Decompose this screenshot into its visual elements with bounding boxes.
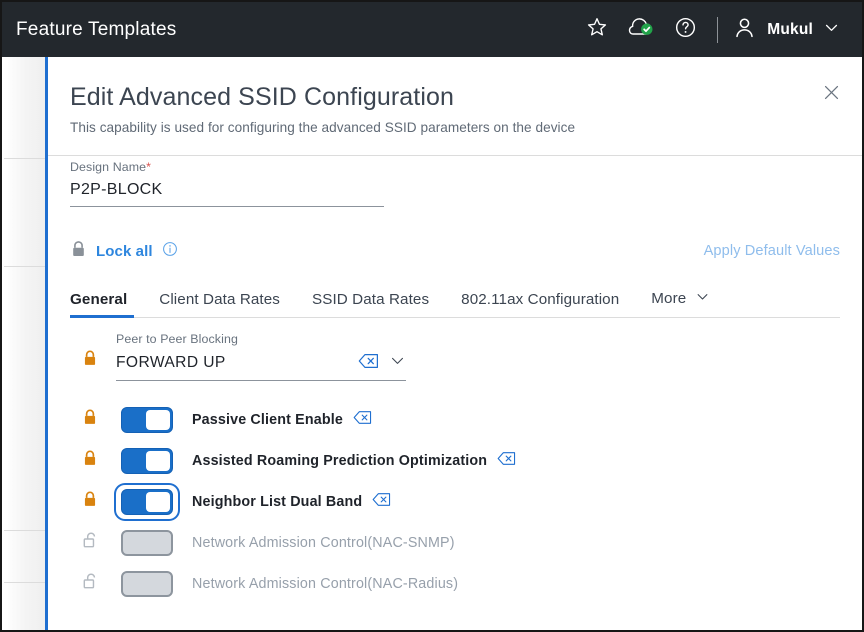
lock-closed-icon xyxy=(82,408,98,431)
lock-closed-icon xyxy=(82,490,98,513)
clear-value-icon[interactable] xyxy=(497,451,516,471)
lock-toggle[interactable] xyxy=(82,408,116,431)
design-name-field: Design Name* P2P-BLOCK xyxy=(70,160,384,207)
tab-more-label: More xyxy=(651,290,687,307)
lock-closed-icon xyxy=(82,449,98,472)
toggle-switch-assisted-roaming-prediction-optimization[interactable] xyxy=(121,447,173,474)
toggle-label-group: Network Admission Control(NAC-Radius) xyxy=(192,576,458,592)
tab-ssid-data-rates[interactable]: SSID Data Rates xyxy=(312,291,447,317)
toggle-label: Network Admission Control(NAC-Radius) xyxy=(192,575,459,592)
switch-knob xyxy=(146,491,170,512)
help-circle-icon xyxy=(674,16,697,44)
switch-hitbox xyxy=(116,526,178,560)
tab-80211ax-configuration[interactable]: 802.11ax Configuration xyxy=(461,291,637,317)
tab-bar: General Client Data Rates SSID Data Rate… xyxy=(70,284,840,318)
tab-more[interactable]: More xyxy=(651,289,728,317)
switch-hitbox[interactable] xyxy=(116,485,178,519)
tab-general[interactable]: General xyxy=(70,291,135,318)
panel-body: Design Name* P2P-BLOCK Lock all Apply De… xyxy=(48,160,862,604)
lock-closed-icon xyxy=(82,349,98,372)
tab-client-data-rates[interactable]: Client Data Rates xyxy=(159,291,298,317)
lock-all-row: Lock all Apply Default Values xyxy=(70,240,840,262)
info-circle-icon[interactable] xyxy=(162,241,178,262)
clear-value-icon[interactable] xyxy=(353,410,372,430)
apply-default-values-button[interactable]: Apply Default Values xyxy=(704,243,840,259)
toggle-label-group: Neighbor List Dual Band xyxy=(192,492,391,512)
panel-subtitle: This capability is used for configuring … xyxy=(70,120,576,135)
toggle-list: Passive Client Enable Assisted Roaming P… xyxy=(70,399,840,604)
lock-all-button[interactable]: Lock all xyxy=(70,240,178,263)
page-title: Feature Templates xyxy=(16,18,177,40)
toggle-switch-passive-client-enable[interactable] xyxy=(121,406,173,433)
toggle-switch-nac-snmp xyxy=(121,529,173,556)
clear-value-icon[interactable] xyxy=(358,353,379,374)
cloud-status-button[interactable] xyxy=(619,10,663,50)
switch-hitbox xyxy=(116,567,178,601)
appbar-actions: Mukul xyxy=(575,10,842,50)
panel-title: Edit Advanced SSID Configuration xyxy=(70,83,454,111)
peer-to-peer-select-icons xyxy=(358,352,406,374)
lock-toggle[interactable] xyxy=(82,531,116,554)
user-avatar-icon xyxy=(732,15,757,45)
toggle-label: Neighbor List Dual Band xyxy=(192,493,363,510)
clear-value-icon[interactable] xyxy=(372,492,391,512)
header-divider xyxy=(48,155,862,156)
appbar-divider xyxy=(717,16,719,43)
user-name-label: Mukul xyxy=(767,20,813,38)
edit-ssid-panel: Edit Advanced SSID Configuration This ca… xyxy=(48,57,862,630)
toggle-row-neighbor-list-dual-band: Neighbor List Dual Band xyxy=(70,481,840,522)
star-icon xyxy=(586,16,608,43)
rail-divider xyxy=(4,530,45,531)
toggle-label-group: Passive Client Enable xyxy=(192,410,372,430)
toggle-row-nac-radius: Network Admission Control(NAC-Radius) xyxy=(70,563,840,604)
lock-open-icon xyxy=(82,531,98,554)
chevron-down-icon xyxy=(695,289,710,308)
toggle-label: Network Admission Control(NAC-SNMP) xyxy=(192,534,455,551)
peer-to-peer-lock-toggle[interactable] xyxy=(82,349,116,381)
toggle-switch-neighbor-list-dual-band[interactable] xyxy=(121,488,173,515)
switch-hitbox[interactable] xyxy=(116,444,178,478)
panel-header: Edit Advanced SSID Configuration This ca… xyxy=(48,57,862,156)
rail-divider xyxy=(4,266,45,267)
switch-knob xyxy=(146,409,170,430)
chevron-down-icon[interactable] xyxy=(389,352,406,374)
lock-closed-icon xyxy=(70,240,87,263)
design-name-input[interactable]: P2P-BLOCK xyxy=(70,181,384,207)
design-name-label: Design Name* xyxy=(70,160,384,174)
peer-to-peer-label: Peer to Peer Blocking xyxy=(116,332,238,346)
toggle-label: Passive Client Enable xyxy=(192,411,343,428)
help-button[interactable] xyxy=(663,10,707,50)
rail-divider xyxy=(4,582,45,583)
close-button[interactable] xyxy=(818,82,844,108)
peer-to-peer-select[interactable]: Peer to Peer Blocking FORWARD UP xyxy=(116,332,406,381)
rail-divider xyxy=(4,158,45,159)
toggle-switch-nac-radius xyxy=(121,570,173,597)
toggle-row-passive-client-enable: Passive Client Enable xyxy=(70,399,840,440)
toggle-label-group: Network Admission Control(NAC-SNMP) xyxy=(192,535,455,551)
app-window: Feature Templates Mukul Edit Advanced SS… xyxy=(0,0,864,632)
left-rail xyxy=(4,57,45,630)
lock-all-label: Lock all xyxy=(96,242,153,260)
design-name-label-text: Design Name xyxy=(70,160,147,174)
user-menu[interactable]: Mukul xyxy=(732,15,842,45)
toggle-row-nac-snmp: Network Admission Control(NAC-SNMP) xyxy=(70,522,840,563)
close-icon xyxy=(822,83,841,107)
cloud-check-icon xyxy=(627,16,655,43)
lock-toggle[interactable] xyxy=(82,572,116,595)
switch-knob xyxy=(146,450,170,471)
toggle-label: Assisted Roaming Prediction Optimization xyxy=(192,452,488,469)
toggle-row-assisted-roaming-prediction-optimization: Assisted Roaming Prediction Optimization xyxy=(70,440,840,481)
toggle-label-group: Assisted Roaming Prediction Optimization xyxy=(192,451,516,471)
lock-toggle[interactable] xyxy=(82,490,116,513)
lock-toggle[interactable] xyxy=(82,449,116,472)
top-app-bar: Feature Templates Mukul xyxy=(2,2,862,57)
peer-to-peer-blocking-row: Peer to Peer Blocking FORWARD UP xyxy=(70,332,840,381)
peer-to-peer-value: FORWARD UP xyxy=(116,354,226,371)
switch-hitbox[interactable] xyxy=(116,403,178,437)
required-asterisk: * xyxy=(146,160,152,174)
chevron-down-icon xyxy=(823,19,840,41)
peer-to-peer-select-control[interactable]: FORWARD UP xyxy=(116,352,406,381)
favorite-button[interactable] xyxy=(575,10,619,50)
lock-open-icon xyxy=(82,572,98,595)
